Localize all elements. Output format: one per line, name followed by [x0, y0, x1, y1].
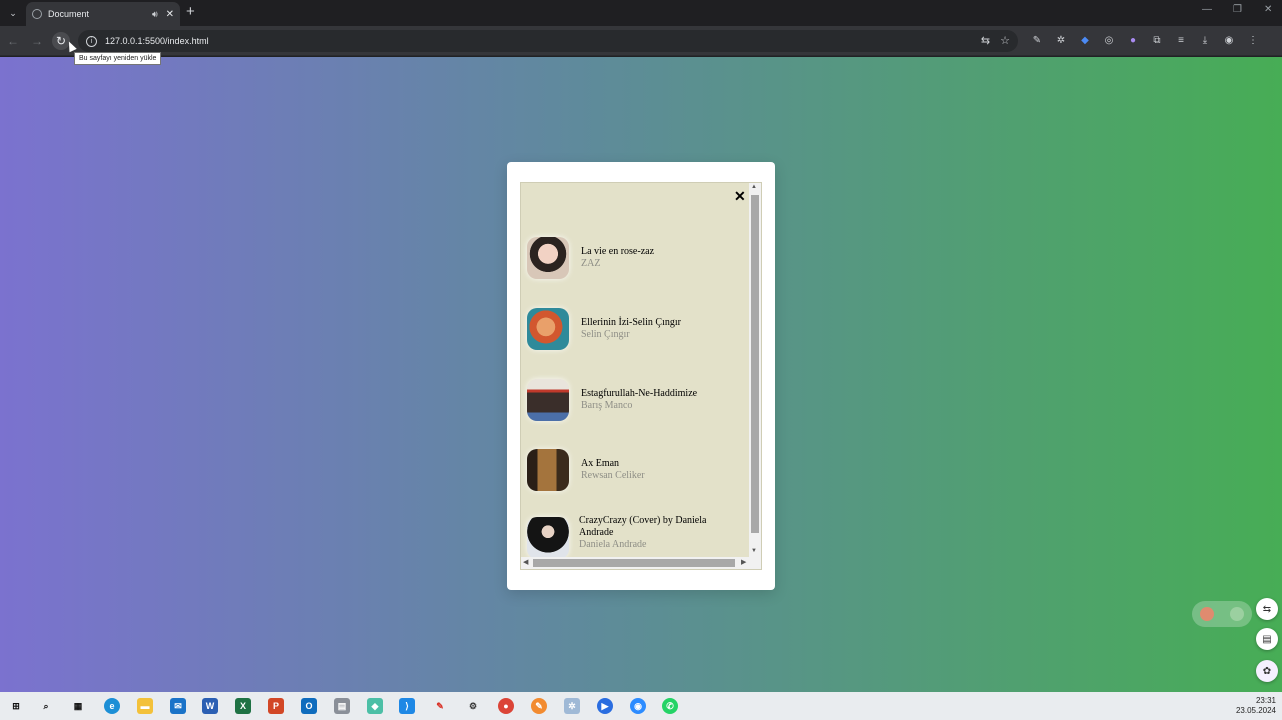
vscode-icon[interactable]: ⟩: [399, 698, 415, 714]
clock-date: 23.05.2024: [1235, 706, 1276, 715]
search-icon[interactable]: ⌕: [38, 698, 54, 714]
song-title: Estagfurullah-Ne-Haddimize: [581, 388, 698, 399]
task-view-icon[interactable]: ▦: [70, 698, 86, 714]
outlook-icon[interactable]: O: [301, 698, 317, 714]
globe-icon: [32, 9, 42, 19]
record-icon[interactable]: [1200, 607, 1214, 621]
song-item[interactable]: CrazyCrazy (Cover) by Daniela Andrade Da…: [527, 515, 737, 563]
eyedropper-extension-icon[interactable]: ✎: [1030, 33, 1044, 47]
zoom-icon[interactable]: ◉: [630, 698, 646, 714]
app-gear-icon[interactable]: ✲: [564, 698, 580, 714]
app-red-icon[interactable]: ✎: [432, 698, 448, 714]
music-player-card: ✕ La vie en rose-zaz ZAZ Ellerinin İzi-S…: [507, 162, 775, 590]
start-windows-icon[interactable]: ⊞: [8, 698, 24, 714]
album-cover: [527, 308, 569, 350]
more-menu-icon[interactable]: ⋮: [1246, 33, 1260, 47]
song-title: CrazyCrazy (Cover) by Daniela Andrade: [579, 515, 707, 538]
scroll-down-icon[interactable]: ▼: [751, 548, 757, 554]
url-text: 127.0.0.1:5500/index.html: [105, 36, 209, 46]
tab-document[interactable]: Document 🔊︎ ✕: [26, 2, 180, 26]
vertical-scroll-thumb[interactable]: [751, 195, 759, 533]
restore-icon[interactable]: ❐: [1233, 4, 1242, 15]
mail-icon[interactable]: ✉: [170, 698, 186, 714]
song-item[interactable]: Estagfurullah-Ne-Haddimize Barış Manco: [527, 376, 737, 424]
back-icon[interactable]: ←: [4, 32, 22, 50]
album-cover: [527, 379, 569, 421]
address-bar[interactable]: i 127.0.0.1:5500/index.html ⇆ ☆: [78, 30, 1018, 52]
media-queue-icon[interactable]: ≡: [1174, 33, 1188, 47]
tab-search-icon[interactable]: ⌄: [4, 4, 22, 22]
close-tab-icon[interactable]: ✕: [166, 9, 174, 20]
extensions-puzzle-icon[interactable]: ⧉: [1150, 33, 1164, 47]
horizontal-scrollbar[interactable]: ◀ ▶: [521, 557, 761, 569]
reload-tooltip: Bu sayfayı yeniden yükle: [74, 52, 162, 65]
word-icon[interactable]: W: [202, 698, 218, 714]
blue-extension-icon[interactable]: ◆: [1078, 33, 1092, 47]
song-title: Ax Eman: [581, 458, 620, 469]
playlist-panel[interactable]: ✕ La vie en rose-zaz ZAZ Ellerinin İzi-S…: [520, 182, 762, 570]
pen-icon[interactable]: [1230, 607, 1244, 621]
edge-icon[interactable]: e: [104, 698, 120, 714]
scroll-up-icon[interactable]: ▲: [751, 184, 757, 190]
page-viewport: ✕ La vie en rose-zaz ZAZ Ellerinin İzi-S…: [0, 57, 1282, 692]
song-artist: Barış Manco: [581, 400, 633, 411]
app-blue-icon[interactable]: ▶: [597, 698, 613, 714]
album-cover: [527, 449, 569, 491]
song-item[interactable]: Ax Eman Rewsan Celiker: [527, 446, 737, 494]
song-artist: Daniela Andrade: [579, 539, 647, 550]
download-icon[interactable]: ⤓: [1198, 33, 1212, 47]
tab-title: Document: [48, 9, 90, 19]
song-title: La vie en rose-zaz: [581, 246, 655, 257]
clock-time: 23:31: [1255, 696, 1276, 705]
purple-extension-icon[interactable]: ●: [1126, 33, 1140, 47]
windows-taskbar: ⊞ ⌕ ▦ e ▬ ✉ W X P O ▤ ◆ ⟩ ✎ ⚙ ● ✎ ✲ ▶ ◉ …: [0, 692, 1282, 720]
vertical-scrollbar[interactable]: ▲ ▼: [749, 183, 761, 559]
scroll-left-icon[interactable]: ◀: [523, 558, 528, 566]
file-explorer-icon[interactable]: ▬: [137, 698, 153, 714]
chrome-icon[interactable]: ●: [498, 698, 514, 714]
scroll-right-icon[interactable]: ▶: [741, 558, 746, 566]
speaker-icon[interactable]: 🔊︎: [152, 9, 158, 20]
song-artist: Selin Çıngır: [581, 329, 630, 340]
forward-icon[interactable]: →: [28, 32, 46, 50]
whatsapp-icon[interactable]: ✆: [662, 698, 678, 714]
calculator-icon[interactable]: ▤: [334, 698, 350, 714]
minimize-icon[interactable]: —: [1202, 4, 1212, 15]
system-clock[interactable]: 23:31 23.05.2024: [1236, 696, 1276, 716]
close-icon[interactable]: ✕: [734, 188, 746, 205]
new-tab-button[interactable]: +: [186, 3, 195, 20]
horizontal-scroll-thumb[interactable]: [533, 559, 735, 567]
profile-avatar-icon[interactable]: ◉: [1222, 33, 1236, 47]
bookmark-star-icon[interactable]: ☆: [1000, 34, 1010, 47]
window-close-icon[interactable]: ✕: [1264, 4, 1272, 15]
settings-gear-icon[interactable]: ⚙: [465, 698, 481, 714]
tab-strip: ⌄ Document 🔊︎ ✕ + — ❐ ✕: [0, 0, 1282, 26]
song-artist: Rewsan Celiker: [581, 470, 645, 481]
song-title: Ellerinin İzi-Selin Çıngır: [581, 317, 681, 328]
powerpoint-icon[interactable]: P: [268, 698, 284, 714]
gear-extension-icon[interactable]: ✲: [1054, 33, 1068, 47]
song-item[interactable]: La vie en rose-zaz ZAZ: [527, 234, 737, 282]
brain-extension-icon[interactable]: ✿: [1256, 660, 1278, 682]
album-cover: [527, 237, 569, 279]
album-cover: [527, 517, 569, 559]
excel-icon[interactable]: X: [235, 698, 251, 714]
translate-side-icon[interactable]: ⇆: [1256, 598, 1278, 620]
floating-toolbar: [1192, 601, 1252, 627]
browser-toolbar: ← → ↻ i 127.0.0.1:5500/index.html ⇆ ☆ ✎ …: [0, 26, 1282, 56]
translate-icon[interactable]: ⇆: [981, 34, 990, 47]
song-item[interactable]: Ellerinin İzi-Selin Çıngır Selin Çıngır: [527, 305, 737, 353]
site-info-icon[interactable]: i: [86, 35, 97, 47]
song-artist: ZAZ: [581, 258, 601, 269]
app-orange-icon[interactable]: ✎: [531, 698, 547, 714]
app-icon[interactable]: ◆: [367, 698, 383, 714]
circle-extension-icon[interactable]: ◎: [1102, 33, 1116, 47]
reader-side-icon[interactable]: ▤: [1256, 628, 1278, 650]
